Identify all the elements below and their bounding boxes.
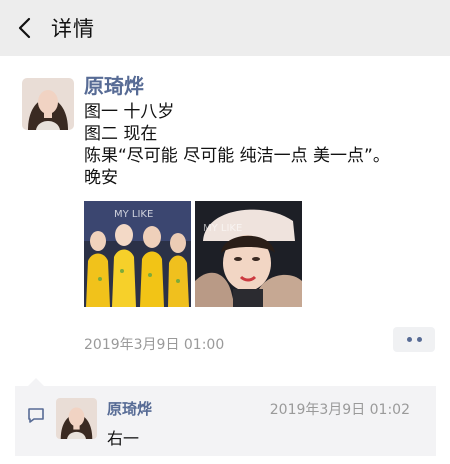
photo-watermark: MY LIKE: [203, 223, 242, 234]
more-dots-icon: [416, 337, 422, 342]
more-button[interactable]: [393, 327, 435, 352]
photo-watermark: MY LIKE: [114, 209, 153, 220]
comment-time: 2019年3月9日 01:02: [269, 402, 410, 418]
nav-bar: 详情: [0, 0, 450, 56]
post-line: 陈果“尽可能 尽可能 纯洁一点 美一点”。: [84, 146, 390, 166]
post-timestamp: 2019年3月9日 01:00: [84, 337, 225, 353]
comment-bubble-icon: [28, 408, 44, 423]
comment-avatar[interactable]: [56, 398, 97, 439]
chevron-left-icon: [18, 17, 31, 39]
post-text: 图一 十八岁 图二 现在 陈果“尽可能 尽可能 纯洁一点 美一点”。 晚安: [84, 101, 390, 189]
more-dots-icon: [406, 337, 412, 342]
comment-text[interactable]: 右一: [107, 425, 139, 449]
page-title: 详情: [51, 17, 95, 41]
post-author[interactable]: 原琦烨: [84, 70, 144, 99]
post-line: 图一 十八岁: [84, 102, 175, 122]
post-line: 晚安: [84, 168, 118, 188]
back-button[interactable]: [14, 16, 38, 40]
comment-author[interactable]: 原琦烨: [107, 398, 152, 419]
post-line: 图二 现在: [84, 124, 158, 144]
avatar[interactable]: [22, 78, 74, 130]
post-photo-1[interactable]: MY LIKE: [84, 201, 191, 307]
comment-caret: [28, 378, 44, 386]
post-photo-2[interactable]: MY LIKE: [195, 201, 302, 307]
comment-section: 原琦烨 2019年3月9日 01:02 右一: [15, 386, 436, 456]
